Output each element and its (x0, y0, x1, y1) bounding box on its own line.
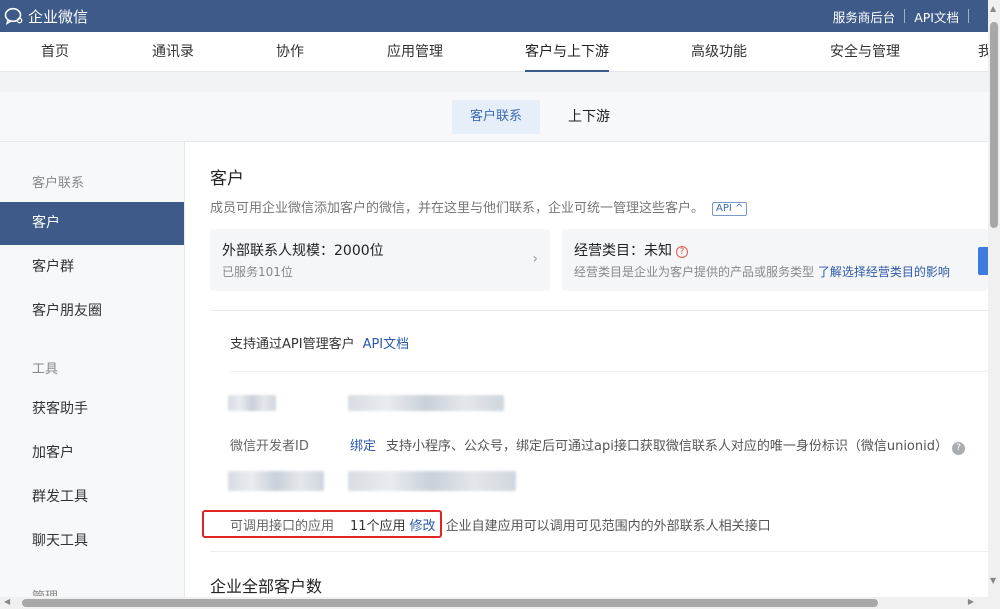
divider (210, 551, 988, 552)
sidebar-item-customers[interactable]: 客户 (0, 202, 184, 245)
business-category-text: 经营类目：未知 (574, 243, 672, 259)
nav-customers[interactable]: 客户与上下游 (525, 32, 609, 72)
sidebar-item-add-customer[interactable]: 加客户 (0, 432, 184, 475)
apps-value: 11个应用 修改 企业自建应用可以调用可见范围内的外部联系人相关接口 (350, 515, 771, 534)
scroll-thumb[interactable] (990, 22, 998, 228)
dev-id-label: 微信开发者ID (230, 439, 309, 454)
sidebar-item-mass-send[interactable]: 群发工具 (0, 476, 184, 519)
api-docs-link[interactable]: API文档 (914, 7, 959, 26)
business-category-desc: 经营类目是企业为客户提供的产品或服务类型 了解选择经营类目的影响 (574, 263, 950, 280)
sidebar-item-acquisition[interactable]: 获客助手 (0, 388, 184, 431)
chevron-right-icon: › (532, 251, 538, 267)
api-manage-text: 支持通过API管理客户 (230, 337, 355, 352)
dev-id-value: 绑定 支持小程序、公众号，绑定后可通过api接口获取微信联系人对应的唯一身份标识（… (350, 435, 965, 455)
redacted-label (228, 395, 276, 411)
page-title: 客户 (210, 169, 244, 189)
api-manage-line: 支持通过API管理客户 API文档 (230, 333, 409, 352)
nav-contacts[interactable]: 通讯录 (152, 32, 194, 72)
apps-desc: 企业自建应用可以调用可见范围内的外部联系人相关接口 (445, 519, 771, 534)
contact-scale-card[interactable]: 外部联系人规模：2000位 已服务101位 › (210, 229, 550, 291)
service-provider-link[interactable]: 服务商后台 (833, 7, 896, 26)
nav-security[interactable]: 安全与管理 (830, 32, 900, 72)
divider (904, 9, 906, 23)
description-text: 成员可用企业微信添加客户的微信，并在这里与他们联系，企业可统一管理这些客户。 (210, 201, 705, 216)
dev-id-desc: 支持小程序、公众号，绑定后可通过api接口获取微信联系人对应的唯一身份标识（微信… (386, 439, 948, 454)
served-count: 已服务101位 (222, 265, 293, 279)
apps-count: 11个应用 (350, 519, 406, 534)
bind-link[interactable]: 绑定 (350, 439, 376, 454)
business-category-card: 经营类目：未知? 经营类目是企业为客户提供的产品或服务类型 了解选择经营类目的影… (562, 229, 988, 291)
sidebar-group-tools: 工具 (32, 362, 59, 377)
contact-scale-title: 外部联系人规模：2000位 (222, 243, 384, 259)
redacted-value (348, 471, 516, 491)
redacted-value (348, 395, 504, 411)
nav-me[interactable]: 我 (978, 32, 988, 72)
wecom-logo-icon (4, 7, 23, 25)
total-customers-title: 企业全部客户数 (210, 577, 323, 596)
business-category-sub: 经营类目是企业为客户提供的产品或服务类型 (574, 265, 815, 279)
api-section: 支持通过API管理客户 API文档 微信开发者ID 绑定 支持小程序、公众号，绑定后… (202, 310, 988, 602)
content-panel: 客户联系 上下游 客户联系 客户 客户群 客户朋友圈 工具 获客助手 加客户 群… (0, 92, 988, 602)
sidebar-item-customer-groups[interactable]: 客户群 (0, 246, 184, 289)
scroll-down-icon[interactable]: ▼ (990, 576, 996, 585)
main-nav: 首页 通讯录 协作 应用管理 客户与上下游 高级功能 安全与管理 我 (0, 32, 988, 72)
sidebar-group-customer-contact: 客户联系 (32, 176, 85, 191)
scroll-left-icon[interactable]: ◀ (4, 597, 10, 606)
apps-label: 可调用接口的应用 (230, 519, 335, 534)
help-icon[interactable]: ? (952, 442, 965, 455)
sidebar: 客户联系 客户 客户群 客户朋友圈 工具 获客助手 加客户 群发工具 聊天工具 … (0, 142, 185, 602)
edit-apps-link[interactable]: 修改 (410, 519, 436, 534)
category-impact-link[interactable]: 了解选择经营类目的影响 (818, 265, 950, 279)
nav-advanced[interactable]: 高级功能 (691, 32, 747, 72)
top-bar: 企业微信 服务商后台 API文档 (0, 0, 1000, 32)
scroll-up-icon[interactable]: ▲ (990, 4, 996, 13)
divider (230, 371, 988, 372)
page-description: 成员可用企业微信添加客户的微信，并在这里与他们联系，企业可统一管理这些客户。 AP… (210, 197, 748, 216)
nav-app-management[interactable]: 应用管理 (387, 32, 443, 72)
scroll-right-icon[interactable]: ▶ (968, 597, 974, 606)
redacted-label (228, 471, 324, 491)
sidebar-item-chat-tools[interactable]: 聊天工具 (0, 520, 184, 563)
scroll-thumb[interactable] (22, 599, 878, 607)
vertical-scrollbar[interactable]: ▲ ▼ (988, 0, 1000, 609)
horizontal-scrollbar[interactable]: ◀ ▶ (0, 597, 988, 609)
divider (968, 9, 969, 23)
sidebar-group-management: 管理 (32, 586, 58, 596)
app-title: 企业微信 (28, 7, 89, 26)
sub-tabs: 客户联系 上下游 (0, 92, 988, 142)
api-doc-link[interactable]: API文档 (363, 337, 410, 352)
tab-upstream-downstream[interactable]: 上下游 (550, 100, 628, 134)
nav-collaboration[interactable]: 协作 (276, 32, 304, 72)
main-content: 客户 成员可用企业微信添加客户的微信，并在这里与他们联系，企业可统一管理这些客户… (185, 142, 988, 602)
nav-home[interactable]: 首页 (41, 32, 69, 72)
tab-customer-contact[interactable]: 客户联系 (452, 100, 541, 134)
business-category-title: 经营类目：未知? (574, 240, 688, 260)
set-category-button[interactable] (978, 247, 988, 275)
logo[interactable]: 企业微信 (4, 6, 88, 27)
sidebar-item-moments[interactable]: 客户朋友圈 (0, 290, 184, 333)
api-tag[interactable]: API ^ (712, 202, 748, 216)
question-icon[interactable]: ? (676, 246, 688, 258)
